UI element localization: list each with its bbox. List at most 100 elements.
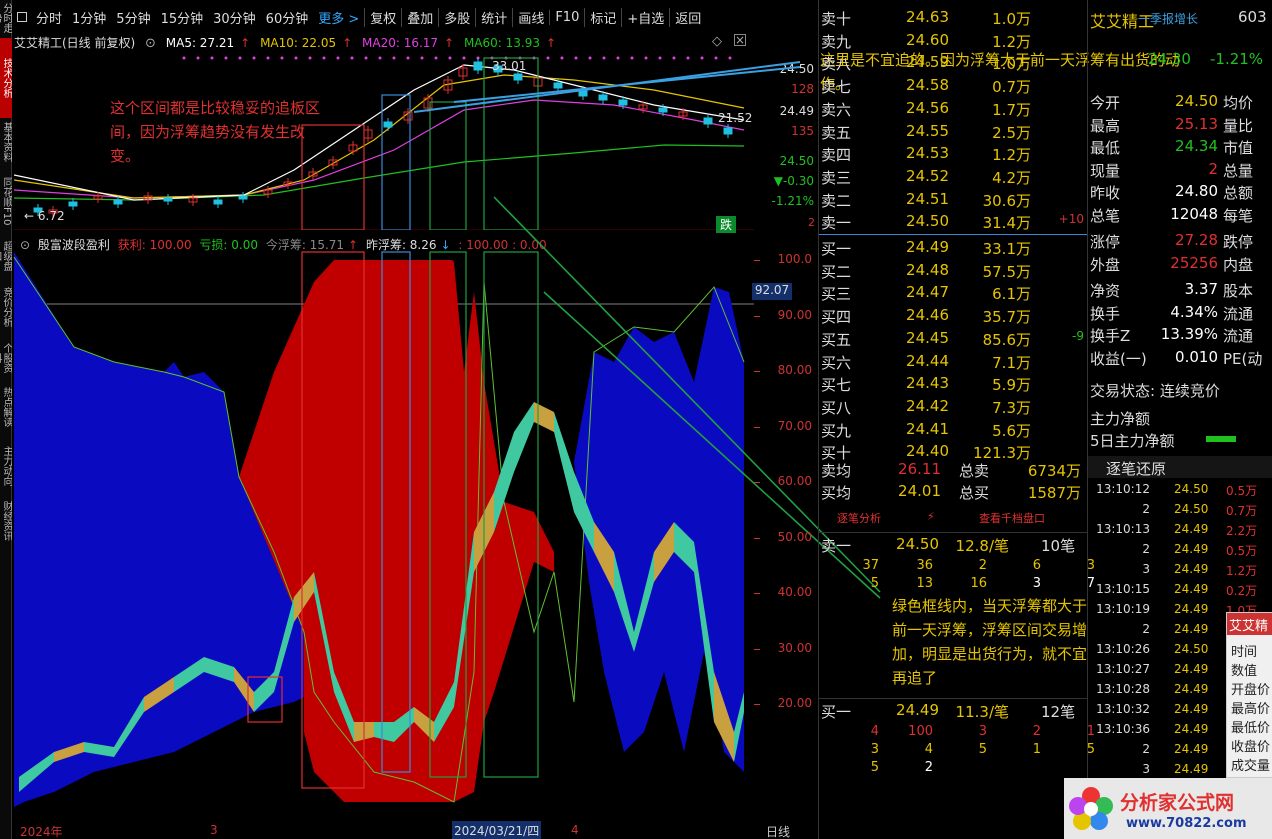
toolbar-item-12[interactable]: 画线 <box>512 7 549 27</box>
buy-row[interactable]: 买三 24.47 6.1万 <box>819 281 1087 303</box>
total-sell-label: 总卖 <box>959 462 990 480</box>
stock-code: 603 <box>1238 8 1267 26</box>
candle-body <box>723 127 733 135</box>
sell-row[interactable]: 卖九 24.60 1.2万 <box>819 29 1087 51</box>
indicator-chart[interactable] <box>13 61 881 818</box>
sell-row[interactable]: 卖六 24.56 1.7万 <box>819 97 1087 119</box>
total-sell-value: 6734万 <box>1027 462 1081 480</box>
indicator-toggle-icon[interactable]: ⊙ <box>20 238 30 252</box>
sell-row[interactable]: 卖五 24.55 2.5万 <box>819 120 1087 142</box>
sell-price: 24.52 <box>906 166 949 185</box>
chevron-down-icon[interactable]: ⊙ <box>145 36 156 51</box>
buy-row[interactable]: 买二 24.48 57.5万 <box>819 259 1087 281</box>
toolbar-item-4[interactable]: 15分钟 <box>156 8 209 27</box>
buy-row[interactable]: 买四 24.46 35.7万 <box>819 304 1087 326</box>
sidebar-item-3[interactable]: 基本资料 <box>0 120 12 164</box>
book-tab-1[interactable]: 逐笔分析 <box>837 510 881 526</box>
candle-body <box>553 82 563 89</box>
buy-row[interactable]: 买八 24.42 7.3万 <box>819 395 1087 417</box>
sidebar-item-1[interactable]: 分时走势 <box>0 0 12 36</box>
toolbar-item-3[interactable]: 5分钟 <box>111 8 155 27</box>
indicator-extra: : 100.00 : 0.00 <box>458 238 547 252</box>
toolbar-item-1[interactable]: 分时 <box>31 8 67 27</box>
ticks-header[interactable]: 逐笔还原 <box>1088 456 1272 478</box>
book-tab-3[interactable]: 查看千档盘口 <box>979 510 1045 526</box>
buy1-label: 买一 <box>821 703 852 721</box>
toolbar-item-7[interactable]: 更多 > <box>313 8 364 27</box>
axis-tick <box>754 704 760 705</box>
popup-row: 收盘价 <box>1231 740 1271 755</box>
sell-row[interactable]: 卖二 24.51 30.6万 <box>819 188 1087 210</box>
toolbar-item-6[interactable]: 60分钟 <box>261 8 314 27</box>
data-popup: 艾艾精 时间 数值 开盘价 最高价 最低价 收盘价 成交量 <box>1226 612 1272 778</box>
avg-buy-label: 买均 <box>821 484 852 502</box>
tick-time: 3 <box>1142 762 1150 776</box>
low-price-label: ← 6.72 <box>24 209 65 223</box>
main-net5-label: 5日主力净额 <box>1090 432 1175 450</box>
sidebar-item-7[interactable]: 个股资料 <box>0 340 12 376</box>
sidebar-item-8[interactable]: 热点解读 <box>0 378 12 436</box>
stat-row: 收益(一) 0.010 PE(动 <box>1088 346 1272 368</box>
stock-pct: -1.21% <box>1210 50 1264 68</box>
chart-title: 艾艾精工(日线 前复权) <box>14 36 136 50</box>
sell-row[interactable]: 卖十 24.63 1.0万 <box>819 6 1087 28</box>
tick-time: 13:10:26 <box>1096 642 1150 656</box>
sidebar-item-4[interactable]: 同花顺F10 <box>0 166 12 236</box>
sidebar-item-6[interactable]: 竞价分析 <box>0 276 12 338</box>
tick-time: 13:10:12 <box>1096 482 1150 496</box>
popup-row: 最高价 <box>1231 702 1271 717</box>
sell-volume: 4.2万 <box>992 168 1031 187</box>
detail-cell: 2 <box>1032 724 1041 739</box>
toolbar-item-9[interactable]: 叠加 <box>401 7 438 27</box>
detail-cell: 6 <box>1032 558 1041 573</box>
toolbar-item-11[interactable]: 统计 <box>475 7 512 27</box>
tick-price: 24.49 <box>1174 522 1209 536</box>
sell-row[interactable]: 卖一 24.50 31.4万 +10 <box>819 210 1087 232</box>
buy1-per: 11.3/笔 <box>955 703 1009 721</box>
buy-row[interactable]: 买七 24.43 5.9万 <box>819 372 1087 394</box>
sell-row[interactable]: 卖三 24.52 4.2万 <box>819 165 1087 187</box>
sell-row[interactable]: 卖四 24.53 1.2万 <box>819 142 1087 164</box>
sidebar-item-10[interactable]: 财经资讯 <box>0 496 12 546</box>
sell-row[interactable]: 卖七 24.58 0.7万 <box>819 74 1087 96</box>
stat-row: 现量 2 总量 <box>1088 158 1272 180</box>
stat-label: 净资 <box>1090 282 1121 300</box>
toolbar-item-10[interactable]: 多股 <box>438 7 475 27</box>
sidebar-item-5[interactable]: 超级盘口 <box>0 238 12 274</box>
total-buy-label: 总买 <box>959 484 990 502</box>
detail-cell: 13 <box>916 576 933 591</box>
candle-body <box>703 117 713 125</box>
buy-row[interactable]: 买五 24.45 85.6万 -9 <box>819 327 1087 349</box>
toolbar-item-2[interactable]: 1分钟 <box>67 8 111 27</box>
order-book-panel: 卖十 24.63 1.0万 卖九 24.60 1.2万 卖八 24.59 1.0万 卖七 24.58… <box>818 0 1095 839</box>
sidebar-item-2[interactable]: 技术分析 <box>0 38 12 118</box>
stat-row: 今开 24.50 均价 <box>1088 90 1272 112</box>
candle-body <box>163 197 173 202</box>
buy-row[interactable]: 买九 24.41 5.6万 <box>819 418 1087 440</box>
tick-time: 13:10:15 <box>1096 582 1150 596</box>
toolbar-item-15[interactable]: +自选 <box>621 7 669 27</box>
toolbar-item-5[interactable]: 30分钟 <box>208 8 261 27</box>
toolbar-item-8[interactable]: 复权 <box>364 7 401 27</box>
close-icon[interactable]: × <box>734 34 746 46</box>
sell-label: 卖五 <box>821 123 852 142</box>
buy-row[interactable]: 买一 24.49 33.1万 <box>819 236 1087 258</box>
popup-row: 开盘价 <box>1231 683 1271 698</box>
axis-price-low: 24.50 <box>779 154 814 168</box>
tick-price: 24.49 <box>1174 742 1209 756</box>
diamond-icon[interactable]: ◇ <box>712 34 722 49</box>
toggle-square-icon[interactable] <box>17 12 27 22</box>
detail-cell: 5 <box>978 742 987 757</box>
buy-row[interactable]: 买六 24.44 7.1万 <box>819 350 1087 372</box>
left-sidebar: 分时走势技术分析基本资料同花顺F10 超级盘口竞价分析个股资料热点解读主力动向财经… <box>0 0 12 839</box>
toolbar-item-16[interactable]: 返回 <box>669 7 706 27</box>
book-tab-2[interactable]: ⚡ <box>927 510 935 523</box>
tick-time: 2 <box>1142 742 1150 756</box>
sell1-per: 12.8/笔 <box>955 537 1009 555</box>
buy1-count: 12笔 <box>1041 703 1076 721</box>
sidebar-item-9[interactable]: 主力动向 <box>0 438 12 494</box>
sell-volume: 1.7万 <box>992 100 1031 119</box>
toolbar-item-13[interactable]: F10 <box>549 9 584 25</box>
toolbar-item-14[interactable]: 标记 <box>584 7 621 27</box>
sell-row[interactable]: 卖八 24.59 1.0万 <box>819 51 1087 73</box>
